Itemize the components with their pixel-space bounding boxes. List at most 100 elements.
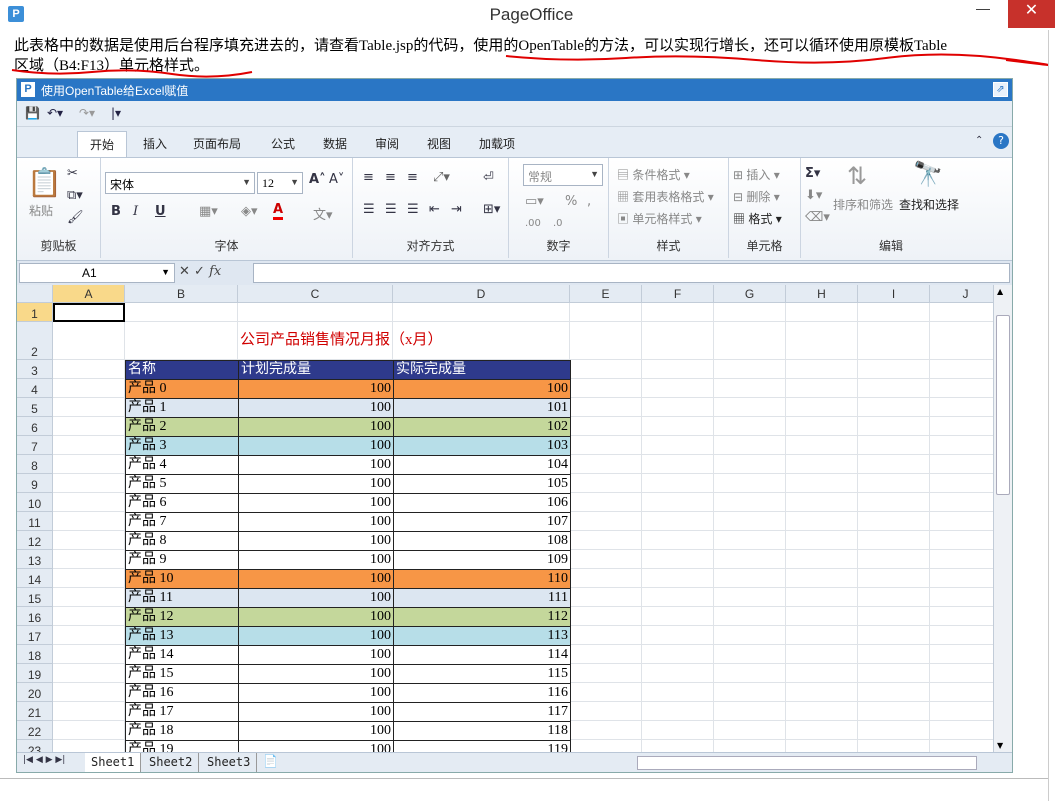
border-icon[interactable]: ▦▾ bbox=[199, 204, 218, 219]
tab-home[interactable]: 开始 bbox=[77, 131, 128, 157]
number-format-select[interactable]: 常规 ▼ bbox=[523, 164, 603, 186]
help-icon[interactable]: ? bbox=[993, 133, 1009, 149]
table-actual-cell[interactable]: 106 bbox=[393, 493, 571, 513]
table-actual-cell[interactable]: 116 bbox=[393, 683, 571, 703]
tab-formulas[interactable]: 公式 bbox=[271, 135, 295, 152]
row-header-14[interactable]: 14 bbox=[17, 569, 53, 588]
fx-icon[interactable]: fx bbox=[209, 264, 221, 279]
table-plan-cell[interactable]: 100 bbox=[238, 645, 394, 665]
row-header-10[interactable]: 10 bbox=[17, 493, 53, 512]
comma-button[interactable]: , bbox=[587, 194, 591, 209]
italic-button[interactable]: I bbox=[133, 204, 138, 219]
align-bottom-icon[interactable]: ≡ bbox=[407, 170, 418, 185]
row-header-17[interactable]: 17 bbox=[17, 626, 53, 645]
row-header-22[interactable]: 22 bbox=[17, 721, 53, 740]
increase-decimal-icon[interactable]: .00 bbox=[525, 218, 541, 229]
sheet-tab-2[interactable]: Sheet2 bbox=[143, 753, 200, 772]
row-header-9[interactable]: 9 bbox=[17, 474, 53, 493]
sheet-tab-3[interactable]: Sheet3 bbox=[201, 753, 258, 772]
align-top-icon[interactable]: ≡ bbox=[363, 170, 374, 185]
name-box[interactable]: A1 ▼ bbox=[19, 263, 175, 283]
restore-icon[interactable]: ⇗ bbox=[993, 82, 1008, 97]
table-name-cell[interactable]: 产品 19 bbox=[125, 740, 239, 752]
sort-filter-button[interactable]: 排序和筛选 bbox=[833, 196, 893, 213]
minimize-icon[interactable]: — bbox=[963, 0, 1003, 28]
tab-page-layout[interactable]: 页面布局 bbox=[193, 135, 241, 152]
cell-styles-button[interactable]: ▣ 单元格样式 ▾ bbox=[617, 210, 702, 227]
delete-cells-button[interactable]: ⊟ 删除 ▾ bbox=[733, 188, 780, 205]
row-header-7[interactable]: 7 bbox=[17, 436, 53, 455]
close-icon[interactable]: ✕ bbox=[1008, 0, 1055, 28]
row-header-5[interactable]: 5 bbox=[17, 398, 53, 417]
row-header-13[interactable]: 13 bbox=[17, 550, 53, 569]
table-name-cell[interactable]: 产品 0 bbox=[125, 379, 239, 399]
tab-data[interactable]: 数据 bbox=[323, 135, 347, 152]
table-name-cell[interactable]: 产品 16 bbox=[125, 683, 239, 703]
scroll-up-icon[interactable]: ▲ bbox=[997, 287, 1003, 296]
underline-button[interactable]: U bbox=[155, 204, 166, 219]
table-name-cell[interactable]: 产品 15 bbox=[125, 664, 239, 684]
insert-cells-button[interactable]: ⊞ 插入 ▾ bbox=[733, 166, 780, 183]
select-all-corner[interactable] bbox=[17, 285, 53, 303]
table-plan-cell[interactable]: 100 bbox=[238, 740, 394, 752]
row-header-11[interactable]: 11 bbox=[17, 512, 53, 531]
decrease-indent-icon[interactable]: ⇤ bbox=[429, 202, 440, 217]
table-actual-cell[interactable]: 112 bbox=[393, 607, 571, 627]
row-header-16[interactable]: 16 bbox=[17, 607, 53, 626]
table-plan-cell[interactable]: 100 bbox=[238, 512, 394, 532]
grow-font-icon[interactable]: A˄ bbox=[309, 172, 326, 187]
table-name-cell[interactable]: 产品 4 bbox=[125, 455, 239, 475]
table-actual-cell[interactable]: 103 bbox=[393, 436, 571, 456]
table-actual-cell[interactable]: 101 bbox=[393, 398, 571, 418]
table-plan-cell[interactable]: 100 bbox=[238, 569, 394, 589]
customize-qat-icon[interactable]: |▾ bbox=[111, 106, 121, 120]
enter-icon[interactable]: ✓ bbox=[194, 264, 205, 279]
table-actual-cell[interactable]: 117 bbox=[393, 702, 571, 722]
row-header-8[interactable]: 8 bbox=[17, 455, 53, 474]
table-header-cell[interactable]: 名称 bbox=[125, 360, 239, 380]
table-name-cell[interactable]: 产品 8 bbox=[125, 531, 239, 551]
cut-icon[interactable]: ✂ bbox=[67, 166, 78, 181]
table-actual-cell[interactable]: 107 bbox=[393, 512, 571, 532]
formula-input[interactable] bbox=[253, 263, 1010, 283]
table-name-cell[interactable]: 产品 10 bbox=[125, 569, 239, 589]
row-header-20[interactable]: 20 bbox=[17, 683, 53, 702]
insert-sheet-icon[interactable]: 📄 bbox=[263, 754, 278, 768]
table-name-cell[interactable]: 产品 2 bbox=[125, 417, 239, 437]
conditional-formatting-button[interactable]: ▤ 条件格式 ▾ bbox=[617, 166, 690, 183]
format-as-table-button[interactable]: ▦ 套用表格格式 ▾ bbox=[617, 188, 714, 205]
table-plan-cell[interactable]: 100 bbox=[238, 379, 394, 399]
table-actual-cell[interactable]: 110 bbox=[393, 569, 571, 589]
table-actual-cell[interactable]: 102 bbox=[393, 417, 571, 437]
table-name-cell[interactable]: 产品 1 bbox=[125, 398, 239, 418]
table-plan-cell[interactable]: 100 bbox=[238, 702, 394, 722]
table-actual-cell[interactable]: 119 bbox=[393, 740, 571, 752]
format-cells-button[interactable]: ▦ 格式 ▾ bbox=[733, 210, 782, 227]
column-header-C[interactable]: C bbox=[238, 285, 393, 303]
phonetic-icon[interactable]: 文▾ bbox=[313, 204, 333, 223]
table-actual-cell[interactable]: 115 bbox=[393, 664, 571, 684]
paste-button[interactable]: 粘贴 bbox=[29, 202, 53, 219]
tab-insert[interactable]: 插入 bbox=[143, 135, 167, 152]
table-plan-cell[interactable]: 100 bbox=[238, 664, 394, 684]
table-name-cell[interactable]: 产品 6 bbox=[125, 493, 239, 513]
table-actual-cell[interactable]: 114 bbox=[393, 645, 571, 665]
table-actual-cell[interactable]: 100 bbox=[393, 379, 571, 399]
column-header-G[interactable]: G bbox=[714, 285, 786, 303]
redo-icon[interactable]: ↷▾ bbox=[79, 106, 95, 120]
table-name-cell[interactable]: 产品 13 bbox=[125, 626, 239, 646]
column-header-H[interactable]: H bbox=[786, 285, 858, 303]
font-name-select[interactable]: 宋体 ▼ bbox=[105, 172, 255, 194]
format-painter-icon[interactable]: 🖌 bbox=[67, 210, 84, 225]
table-name-cell[interactable]: 产品 11 bbox=[125, 588, 239, 608]
table-actual-cell[interactable]: 113 bbox=[393, 626, 571, 646]
row-header-15[interactable]: 15 bbox=[17, 588, 53, 607]
decrease-decimal-icon[interactable]: .0 bbox=[553, 218, 563, 229]
table-name-cell[interactable]: 产品 7 bbox=[125, 512, 239, 532]
table-plan-cell[interactable]: 100 bbox=[238, 721, 394, 741]
sheet-nav-icons[interactable]: |◀ ◀ ▶ ▶| bbox=[23, 755, 65, 765]
sort-filter-icon[interactable]: ⇅ bbox=[847, 162, 867, 190]
row-header-18[interactable]: 18 bbox=[17, 645, 53, 664]
shrink-font-icon[interactable]: A˅ bbox=[329, 172, 344, 187]
table-actual-cell[interactable]: 109 bbox=[393, 550, 571, 570]
